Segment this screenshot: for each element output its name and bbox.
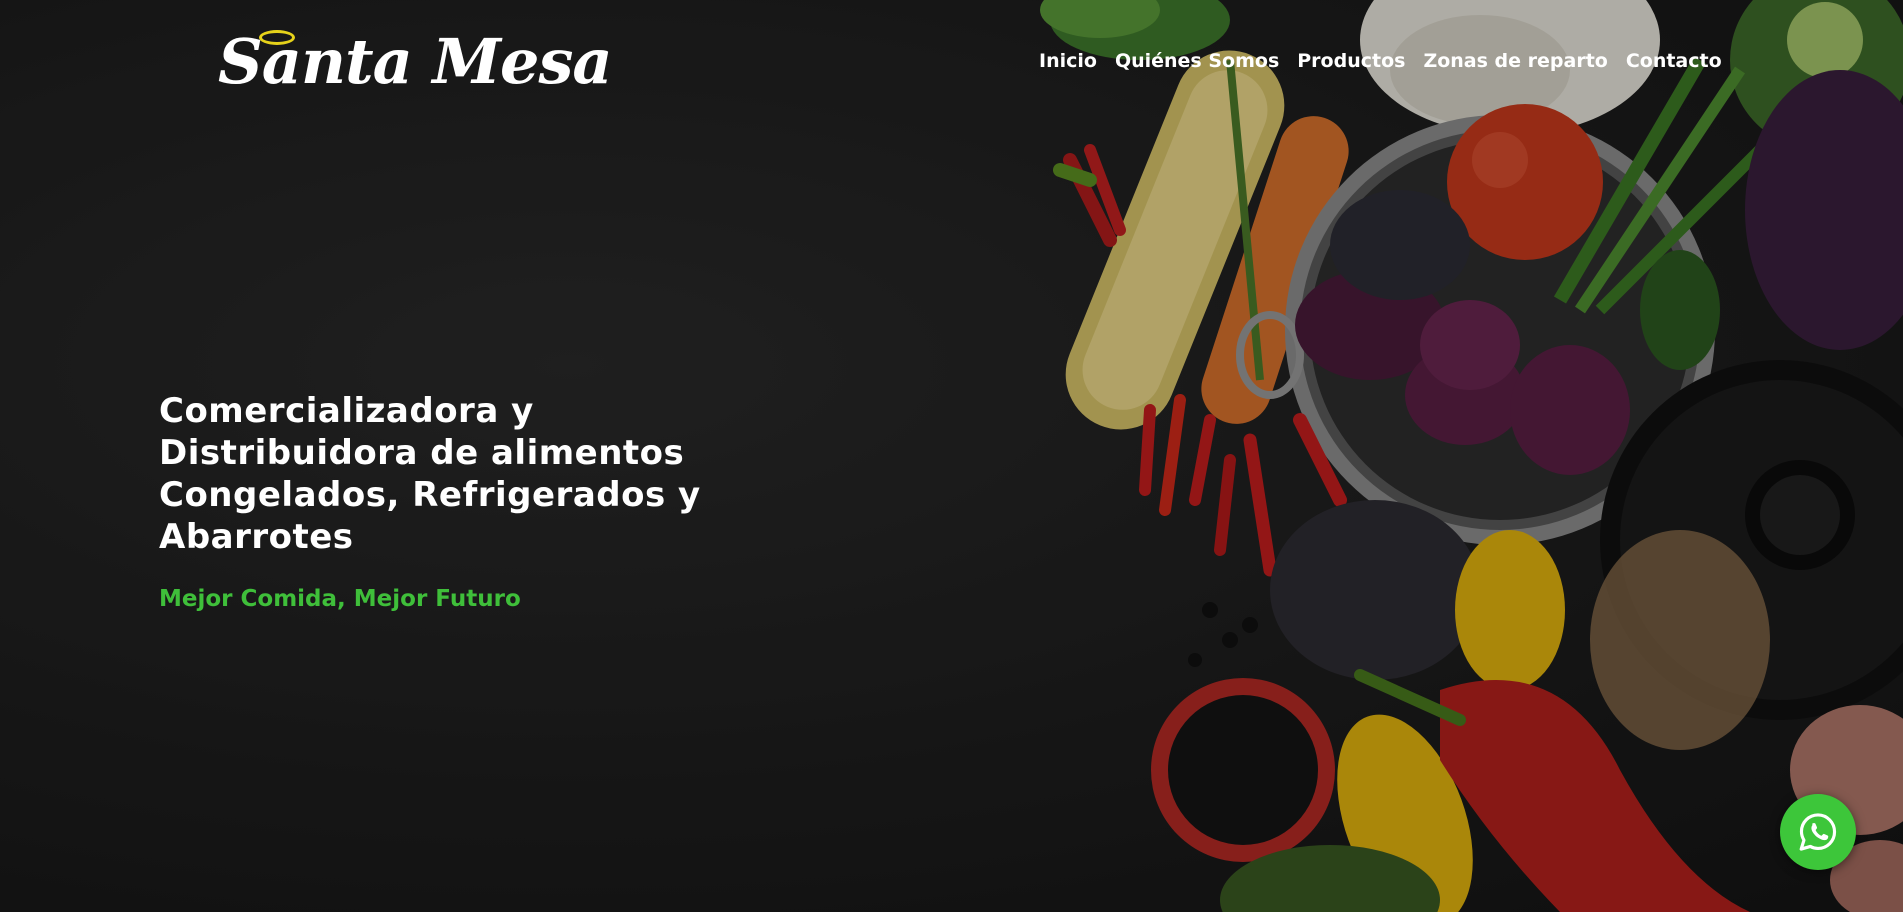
hero-headline: Comercializadora y Distribuidora de alim… — [159, 391, 701, 557]
nav-item-quienes-somos[interactable]: Quiénes Somos — [1106, 48, 1288, 74]
whatsapp-button[interactable] — [1780, 794, 1856, 870]
nav-item-contacto[interactable]: Contacto — [1617, 48, 1731, 74]
nav-item-productos[interactable]: Productos — [1288, 48, 1414, 74]
whatsapp-icon — [1799, 813, 1837, 851]
main-nav: Inicio Quiénes Somos Productos Zonas de … — [1030, 48, 1731, 74]
brand-logo[interactable]: Santa Mesa — [218, 22, 613, 102]
brand-name: Santa Mesa — [218, 25, 613, 98]
nav-item-zonas-de-reparto[interactable]: Zonas de reparto — [1414, 48, 1616, 74]
nav-item-inicio[interactable]: Inicio — [1030, 48, 1106, 74]
hero-tagline: Mejor Comida, Mejor Futuro — [159, 586, 521, 612]
